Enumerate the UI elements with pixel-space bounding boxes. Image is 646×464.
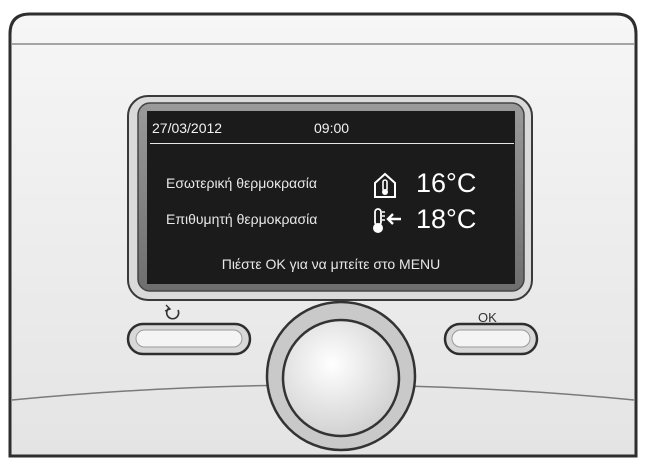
ok-button-label: OK [478,310,497,325]
target-temperature-value: 18°C [416,204,477,234]
ok-button[interactable] [445,324,537,354]
header-divider [150,143,514,144]
house-thermometer-icon [374,172,396,198]
target-temperature-label: Επιθυμητή θερμοκρασία [166,211,318,227]
date-display: 27/03/2012 [152,120,223,136]
indoor-temperature-value: 16°C [416,168,477,198]
rotary-knob[interactable] [267,302,415,450]
menu-instruction: Πιέστε OK για να μπείτε στο MENU [221,256,441,272]
back-button[interactable] [128,324,250,354]
target-thermometer-icon [373,208,401,233]
indoor-temperature-label: Εσωτερική θερμοκρασία [166,175,317,191]
time-display: 09:00 [314,120,350,136]
